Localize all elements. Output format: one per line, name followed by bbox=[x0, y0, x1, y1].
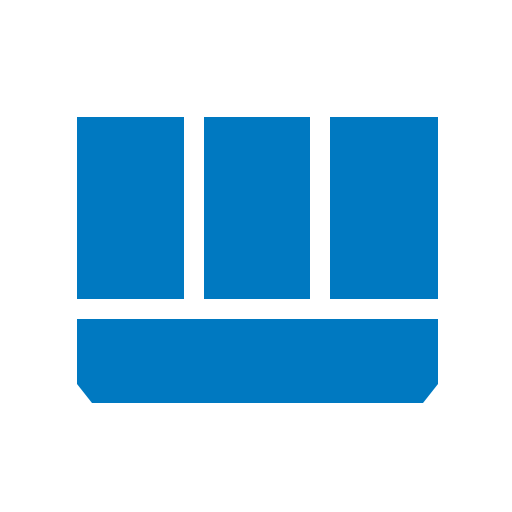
lower-base-panel bbox=[77, 319, 438, 403]
upper-panel-left bbox=[77, 117, 184, 299]
columns-with-base-panel-icon bbox=[77, 117, 438, 403]
icon-canvas bbox=[0, 0, 512, 512]
upper-panel-right bbox=[330, 117, 438, 299]
upper-panel-middle bbox=[204, 117, 310, 299]
